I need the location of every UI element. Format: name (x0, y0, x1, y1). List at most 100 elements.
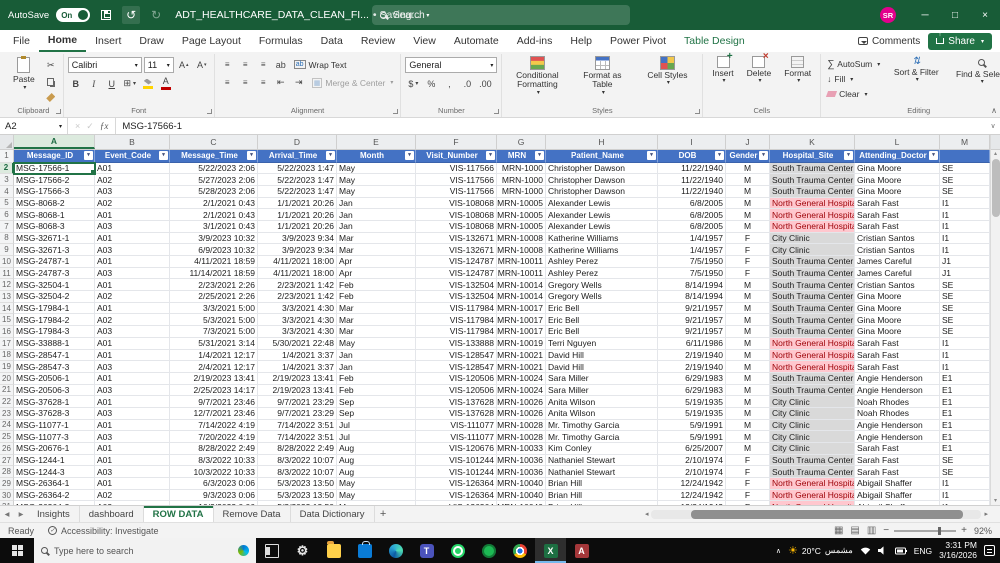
cell[interactable]: VIS-111077 (416, 431, 497, 443)
cell[interactable]: 5/22/2023 1:47 (258, 174, 337, 186)
cell[interactable]: M (726, 303, 770, 315)
cell[interactable]: MRN-1000 (497, 163, 546, 175)
cell[interactable]: South Trauma Center (770, 163, 855, 175)
row-header-30[interactable]: 30 (0, 490, 14, 502)
cell[interactable]: A02 (95, 314, 170, 326)
cell[interactable]: 3/9/2023 9:34 (258, 233, 337, 245)
cell[interactable]: Angie Henderson (855, 373, 940, 385)
cell[interactable]: 7/5/1950 (658, 268, 726, 280)
ribbon-tab-insert[interactable]: Insert (86, 30, 130, 52)
cell[interactable]: VIS-132504 (416, 279, 497, 291)
cell[interactable]: A03 (95, 408, 170, 420)
ribbon-tab-add-ins[interactable]: Add-ins (508, 30, 562, 52)
cell[interactable]: South Trauma Center (770, 326, 855, 338)
cell[interactable]: VIS-117984 (416, 314, 497, 326)
cell[interactable]: MRN-10033 (497, 443, 546, 455)
cell[interactable]: SE (940, 163, 990, 175)
cell[interactable]: Noah Rhodes (855, 396, 940, 408)
cell[interactable]: F (726, 478, 770, 490)
cell[interactable]: 6/9/2023 10:32 (170, 244, 258, 256)
cell[interactable]: Feb (337, 385, 416, 397)
cell[interactable]: Sep (337, 396, 416, 408)
cell[interactable]: 5/19/1935 (658, 408, 726, 420)
row-header-6[interactable]: 6 (0, 209, 14, 221)
autosum-button[interactable]: ∑AutoSum▾ (825, 57, 882, 71)
decrease-indent-icon[interactable]: ⇤ (273, 75, 289, 90)
cell[interactable]: MSG-17566-3 (14, 186, 95, 198)
cell[interactable]: South Trauma Center (770, 373, 855, 385)
cell[interactable]: SE (940, 279, 990, 291)
wrap-text-button[interactable]: abWrap Text (291, 57, 350, 72)
zoom-level[interactable]: 92% (974, 526, 992, 536)
cell[interactable]: SE (940, 303, 990, 315)
cell[interactable]: VIS-124787 (416, 256, 497, 268)
cell[interactable]: 5/3/2023 13:50 (258, 478, 337, 490)
cell[interactable]: May (337, 478, 416, 490)
align-right-icon[interactable]: ≡ (255, 75, 271, 90)
cell[interactable]: VIS-137628 (416, 396, 497, 408)
cell[interactable]: 9/21/1957 (658, 303, 726, 315)
header-cell[interactable] (940, 150, 990, 163)
search-highlights-icon[interactable] (238, 545, 249, 556)
cell[interactable]: 9/7/2021 23:46 (170, 396, 258, 408)
row-header-22[interactable]: 22 (0, 396, 14, 408)
row-header-3[interactable]: 3 (0, 174, 14, 186)
number-dialog-launcher[interactable] (494, 109, 499, 114)
row-header-27[interactable]: 27 (0, 455, 14, 467)
cell[interactable]: 1/1/2021 20:26 (258, 221, 337, 233)
header-cell[interactable]: Event_Code▾ (95, 150, 170, 163)
column-header-K[interactable]: K (770, 135, 855, 149)
row-header-11[interactable]: 11 (0, 268, 14, 280)
cell[interactable]: VIS-128547 (416, 361, 497, 373)
column-header-E[interactable]: E (337, 135, 416, 149)
cell[interactable]: MSG-26364-2 (14, 490, 95, 502)
cell[interactable]: 7/20/2022 4:19 (170, 431, 258, 443)
row-header-14[interactable]: 14 (0, 303, 14, 315)
cell[interactable]: MSG-37628-3 (14, 408, 95, 420)
cell[interactable]: North General Hospital (770, 478, 855, 490)
top-align-icon[interactable]: ≡ (219, 57, 235, 72)
avatar[interactable]: SR (880, 7, 896, 23)
cell[interactable]: VIS-132504 (416, 291, 497, 303)
cell-styles-button[interactable]: Cell Styles ▾ (636, 55, 698, 88)
percent-icon[interactable]: % (423, 76, 439, 91)
clear-button[interactable]: Clear▾ (825, 87, 882, 101)
cell[interactable]: Apr (337, 256, 416, 268)
filter-button[interactable]: ▾ (715, 151, 724, 160)
cell[interactable]: 6/29/1983 (658, 385, 726, 397)
cell[interactable]: E1 (940, 408, 990, 420)
cell[interactable]: MSG-1244-3 (14, 466, 95, 478)
cell[interactable]: May (337, 501, 416, 505)
cell[interactable]: MRN-10011 (497, 268, 546, 280)
cell[interactable]: MRN-10014 (497, 279, 546, 291)
filter-button[interactable]: ▾ (759, 151, 768, 160)
header-cell[interactable]: Arrival_Time▾ (258, 150, 337, 163)
filter-button[interactable]: ▾ (486, 151, 495, 160)
cell[interactable]: F (726, 256, 770, 268)
column-header-I[interactable]: I (658, 135, 726, 149)
cell[interactable]: VIS-132671 (416, 233, 497, 245)
ribbon-tab-draw[interactable]: Draw (130, 30, 173, 52)
cell[interactable]: James Careful (855, 256, 940, 268)
cell[interactable]: MRN-10026 (497, 396, 546, 408)
ribbon-tab-page-layout[interactable]: Page Layout (173, 30, 250, 52)
cell[interactable]: Jul (337, 420, 416, 432)
new-sheet-button[interactable]: + (375, 506, 392, 522)
cell[interactable]: City Clinic (770, 396, 855, 408)
cell[interactable]: 1/1/2021 20:26 (258, 198, 337, 210)
titlebar-search[interactable]: Search (372, 5, 630, 25)
cell[interactable]: 1/4/2021 3:37 (258, 361, 337, 373)
cell[interactable]: Abigail Shaffer (855, 501, 940, 505)
bold-button[interactable]: B (68, 76, 84, 91)
cell[interactable]: A03 (95, 186, 170, 198)
header-cell[interactable]: MRN▾ (497, 150, 546, 163)
cell[interactable]: 6/3/2023 0:06 (170, 478, 258, 490)
cell[interactable]: Jan (337, 350, 416, 362)
cell[interactable]: 5/3/2023 13:50 (258, 490, 337, 502)
italic-button[interactable]: I (86, 76, 102, 91)
column-header-D[interactable]: D (258, 135, 337, 149)
cell[interactable]: North General Hospital (770, 338, 855, 350)
cell[interactable]: 2/19/2023 13:41 (258, 373, 337, 385)
cell[interactable]: David Hill (546, 361, 658, 373)
cell[interactable]: MRN-10017 (497, 303, 546, 315)
